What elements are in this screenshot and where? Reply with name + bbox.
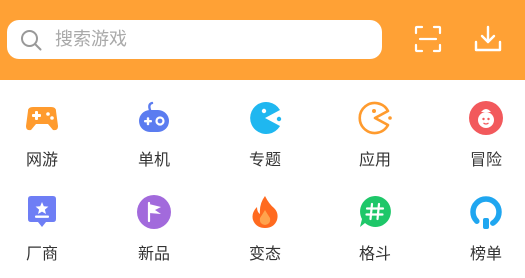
ranking-icon <box>470 196 502 229</box>
category-label: 新品 <box>137 244 170 263</box>
category-gedou[interactable]: 格斗 <box>335 194 415 274</box>
adventure-character-icon <box>469 101 503 135</box>
category-label: 厂商 <box>25 244 58 263</box>
category-danji[interactable]: 单机 <box>114 100 194 180</box>
search-input[interactable]: 搜索游戏 <box>7 20 382 59</box>
category-label: 格斗 <box>358 244 391 263</box>
scan-icon[interactable] <box>413 24 443 54</box>
category-wangyou[interactable]: 网游 <box>2 100 82 180</box>
search-placeholder: 搜索游戏 <box>55 29 127 50</box>
flame-icon <box>252 196 278 228</box>
category-label: 应用 <box>358 150 391 169</box>
category-xinpin[interactable]: 新品 <box>114 194 194 274</box>
category-label: 冒险 <box>469 150 502 169</box>
pacman-icon <box>250 102 282 134</box>
category-zhuanti[interactable]: 专题 <box>225 100 305 180</box>
gamepad-icon <box>26 107 58 131</box>
hashtag-chat-icon <box>360 195 391 227</box>
category-label: 变态 <box>248 244 281 263</box>
download-icon[interactable] <box>473 24 503 54</box>
vendor-badge-icon <box>28 196 56 227</box>
category-label: 单机 <box>137 150 170 169</box>
category-label: 网游 <box>25 150 58 169</box>
category-bangdan[interactable]: 榜单 <box>446 194 525 274</box>
search-icon <box>21 30 42 51</box>
category-biantai[interactable]: 变态 <box>225 194 305 274</box>
category-label: 专题 <box>248 150 281 169</box>
header-bar: 搜索游戏 <box>0 0 525 80</box>
category-label: 榜单 <box>469 244 502 263</box>
robot-controller-icon <box>139 101 169 132</box>
pacman-outline-icon <box>358 101 392 135</box>
category-changshang[interactable]: 厂商 <box>2 194 82 274</box>
category-maoxian[interactable]: 冒险 <box>446 100 525 180</box>
category-yingyong[interactable]: 应用 <box>335 100 415 180</box>
flag-icon <box>137 195 171 229</box>
